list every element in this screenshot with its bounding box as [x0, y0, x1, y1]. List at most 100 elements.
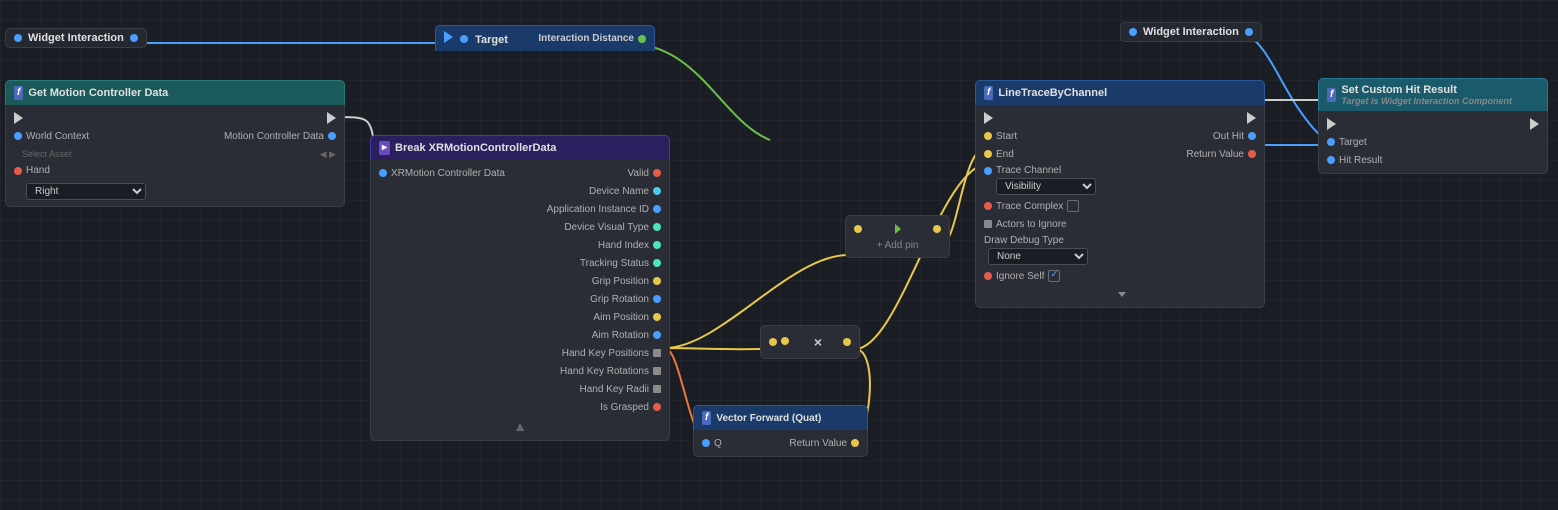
return-value-lt-label: Return Value [1186, 149, 1244, 160]
aim-position-label: Aim Position [593, 312, 649, 323]
hit-result-label: Hit Result [1339, 155, 1382, 166]
expand-arrow-lt[interactable] [1118, 292, 1126, 297]
widget-pin-out-2 [1245, 28, 1253, 36]
end-label: End [996, 149, 1014, 160]
break-icon: ▸ [379, 141, 390, 155]
set-interaction-title: Target [444, 31, 508, 46]
pin-hit-result [1327, 156, 1335, 164]
pin-hand-index [653, 241, 661, 249]
pin-mult-in-2-wrap [781, 336, 789, 348]
world-context-label: World Context [26, 131, 89, 142]
get-motion-title: Get Motion Controller Data [28, 87, 168, 99]
hand-key-positions-label: Hand Key Positions [562, 348, 649, 359]
return-value-vf-label: Return Value [789, 438, 847, 449]
exec-in-lt [984, 112, 993, 124]
actors-ignore-label: Actors to Ignore [996, 219, 1067, 230]
widget-pin-out-1 [130, 34, 138, 42]
widget-pin-2 [1129, 28, 1137, 36]
motion-controller-data-label: Motion Controller Data [224, 131, 324, 142]
line-trace-title: LineTraceByChannel [998, 87, 1107, 99]
hand-label: Hand [26, 165, 50, 176]
break-xr-title: Break XRMotionControllerData [395, 142, 556, 154]
function-icon-vf: f [702, 411, 711, 425]
collapse-arrow[interactable]: ▲ [513, 418, 527, 434]
break-xr-node: ▸ Break XRMotionControllerData XRMotion … [370, 135, 670, 441]
trace-channel-dropdown[interactable]: Visibility [996, 178, 1096, 195]
pin-grip-position [653, 277, 661, 285]
device-name-label: Device Name [589, 186, 649, 197]
pin-target-sch [1327, 138, 1335, 146]
function-icon-lt: f [984, 86, 993, 100]
draw-debug-dropdown[interactable]: None [988, 248, 1088, 265]
pin-device-visual [653, 223, 661, 231]
set-interaction-distance-node: Target Interaction Distance [435, 25, 655, 51]
target-sch-label: Target [1339, 137, 1367, 148]
grip-rotation-label: Grip Rotation [590, 294, 649, 305]
tracking-status-label: Tracking Status [580, 258, 649, 269]
interaction-distance-label: Interaction Distance [538, 33, 634, 44]
set-custom-hit-subtitle: Target is Widget Interaction Component [1341, 96, 1512, 106]
pin-mult-in-2 [781, 337, 789, 345]
pin-mult-in-1 [769, 338, 777, 346]
hand-key-radii-label: Hand Key Radii [580, 384, 649, 395]
exec-in-set [444, 31, 453, 43]
exec-in-sch [1327, 118, 1336, 130]
is-grasped-label: Is Grasped [600, 402, 649, 413]
line-trace-node: f LineTraceByChannel Start Out Hi [975, 80, 1265, 308]
hand-dropdown[interactable]: Right Left [26, 183, 146, 200]
pin-return-vf [851, 439, 859, 447]
pin-return-lt [1248, 150, 1256, 158]
multiply-symbol: × [793, 334, 843, 350]
exec-out-get-motion [327, 112, 336, 124]
ignore-self-label: Ignore Self [996, 271, 1044, 282]
set-custom-hit-title: Set Custom Hit Result [1341, 84, 1512, 96]
pin-interaction-distance-out [638, 35, 646, 43]
pin-q [702, 439, 710, 447]
widget-interaction-node-1: Widget Interaction [5, 28, 147, 48]
exec-out-lt [1247, 112, 1256, 124]
pin-actors-ignore [984, 220, 992, 228]
pin-hand [14, 167, 22, 175]
pin-device-name [653, 187, 661, 195]
pin-app-instance [653, 205, 661, 213]
trace-complex-checkbox[interactable] [1067, 200, 1079, 212]
pin-hand-key-rotations [653, 367, 661, 375]
pin-trace-channel [984, 167, 992, 175]
pin-motion-controller-out [328, 132, 336, 140]
aim-rotation-label: Aim Rotation [592, 330, 649, 341]
blueprint-canvas: Widget Interaction f Get Motion Controll… [0, 0, 1558, 510]
q-label: Q [714, 438, 722, 449]
get-motion-controller-node: f Get Motion Controller Data World Conte… [5, 80, 345, 207]
pin-out-hit [1248, 132, 1256, 140]
pin-end [984, 150, 992, 158]
widget-pin-1 [14, 34, 22, 42]
pin-mult-out [843, 338, 851, 346]
widget-interaction-label-1: Widget Interaction [28, 32, 124, 44]
multiply-node: × [760, 325, 860, 359]
trace-channel-label: Trace Channel [996, 165, 1061, 176]
pin-add-right-1 [933, 225, 941, 233]
pin-xr-in [379, 169, 387, 177]
ignore-self-checkbox[interactable] [1048, 270, 1060, 282]
out-hit-label: Out Hit [1213, 131, 1244, 142]
add-pin-button[interactable]: + Add pin [846, 238, 949, 253]
select-asset-arrows: ◀ ▶ [320, 149, 336, 160]
hand-key-rotations-label: Hand Key Rotations [560, 366, 649, 377]
pin-hand-key-positions [653, 349, 661, 357]
pin-grip-rotation [653, 295, 661, 303]
grip-position-label: Grip Position [592, 276, 649, 287]
pin-valid [653, 169, 661, 177]
start-label: Start [996, 131, 1017, 142]
widget-interaction-label-2: Widget Interaction [1143, 26, 1239, 38]
vector-forward-title: Vector Forward (Quat) [716, 413, 821, 424]
add-icon [895, 224, 901, 234]
add-pin-label: + Add pin [877, 240, 919, 251]
pin-aim-position [653, 313, 661, 321]
vector-forward-node: f Vector Forward (Quat) Q Return Value [693, 405, 868, 457]
app-instance-label: Application Instance ID [547, 204, 649, 215]
pin-aim-rotation [653, 331, 661, 339]
device-visual-label: Device Visual Type [564, 222, 649, 233]
hand-index-label: Hand Index [598, 240, 649, 251]
pin-target-in [460, 35, 468, 43]
pin-world-context [14, 132, 22, 140]
